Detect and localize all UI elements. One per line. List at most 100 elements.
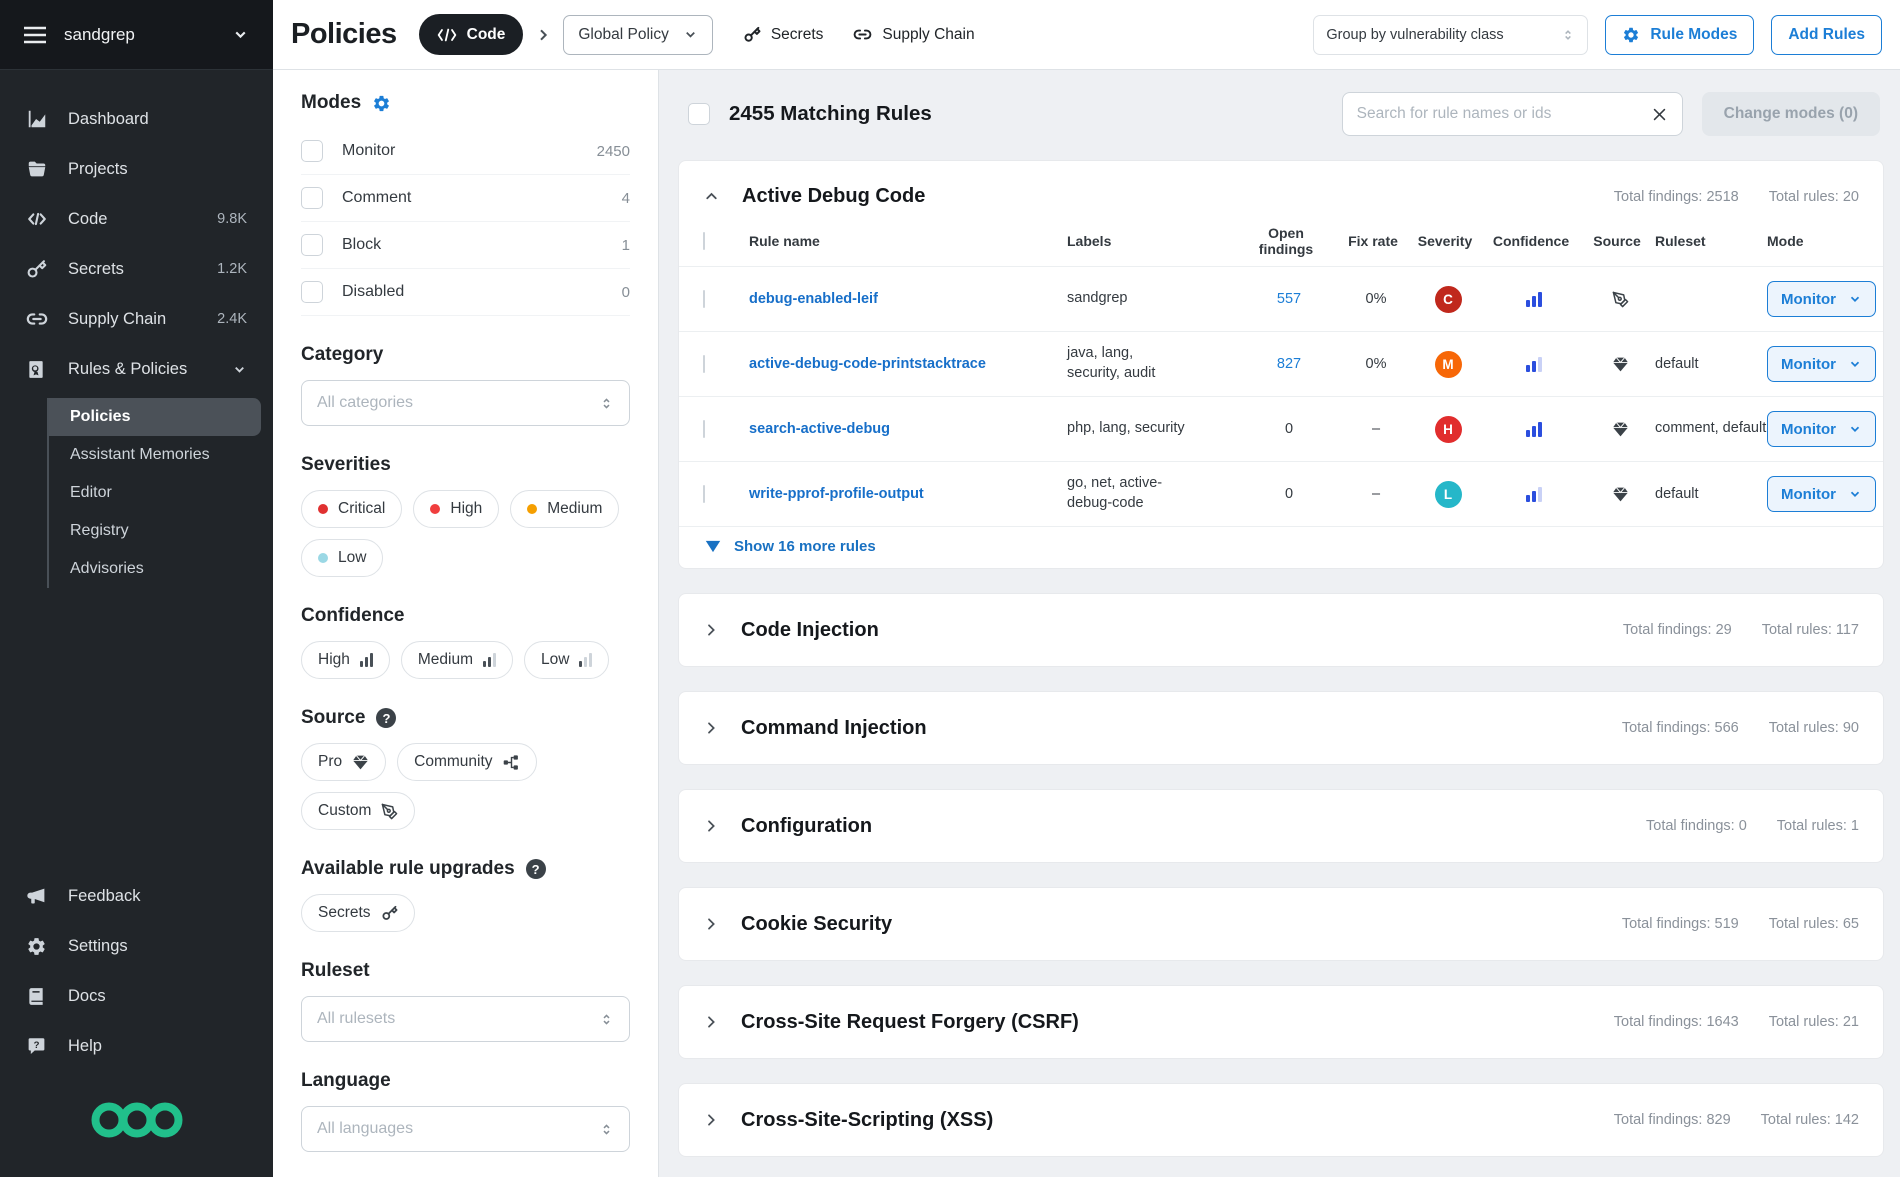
sidebar-subitem-assistant-memories[interactable]: Assistant Memories	[49, 436, 261, 474]
upgrade-chip-secrets[interactable]: Secrets	[301, 894, 415, 932]
source-chip-pro[interactable]: Pro	[301, 743, 386, 781]
sidebar-subitem-editor[interactable]: Editor	[49, 474, 261, 512]
sidebar-item-count: 9.8K	[217, 211, 247, 227]
chevron-down-icon	[683, 27, 698, 42]
checkbox[interactable]	[301, 234, 323, 256]
row-checkbox[interactable]	[703, 290, 705, 308]
sidebar-item-code[interactable]: Code 9.8K	[0, 194, 273, 244]
severities-filter-title: Severities	[301, 454, 630, 476]
row-checkbox[interactable]	[703, 355, 705, 373]
sidebar-item-rules-policies[interactable]: Rules & Policies	[0, 344, 273, 394]
low-dot-icon	[318, 553, 328, 563]
expand-group-icon[interactable]	[703, 622, 719, 638]
sidebar-item-projects[interactable]: Projects	[0, 144, 273, 194]
open-findings-link[interactable]: 827	[1239, 356, 1339, 372]
group-total-rules: Total rules: 90	[1769, 720, 1859, 736]
sidebar-item-secrets[interactable]: Secrets 1.2K	[0, 244, 273, 294]
mode-filter-monitor: Monitor 2450	[301, 128, 630, 175]
ruleset-cell: default	[1655, 486, 1767, 502]
dashboard-icon	[26, 108, 48, 130]
gear-icon[interactable]	[372, 94, 391, 113]
product-tab-secrets[interactable]: Secrets	[743, 26, 824, 44]
rule-name-link[interactable]: active-debug-code-printstacktrace	[749, 356, 1067, 372]
product-tab-code[interactable]: Code	[419, 14, 524, 55]
org-switcher[interactable]: sandgrep	[0, 0, 273, 70]
category-filter-title: Category	[301, 344, 630, 366]
group-select-checkbox[interactable]	[703, 232, 705, 250]
expand-group-icon[interactable]	[703, 1014, 719, 1030]
row-checkbox[interactable]	[703, 485, 705, 503]
sidebar-item-count: 2.4K	[217, 311, 247, 327]
sidebar-subitem-policies[interactable]: Policies	[49, 398, 261, 436]
severity-chip-medium[interactable]: Medium	[510, 490, 619, 528]
policy-selector[interactable]: Global Policy	[563, 15, 712, 55]
sidebar-item-label: Feedback	[68, 887, 140, 906]
open-findings-link[interactable]: 557	[1239, 291, 1339, 307]
confidence-filter-title: Confidence	[301, 605, 630, 627]
expand-group-icon[interactable]	[703, 1112, 719, 1128]
severity-chip-high[interactable]: High	[413, 490, 499, 528]
collapse-group-icon[interactable]	[703, 188, 720, 205]
hamburger-menu-icon[interactable]	[24, 26, 46, 44]
gear-icon	[1622, 26, 1640, 44]
expand-group-icon[interactable]	[703, 720, 719, 736]
help-circle-icon[interactable]: ?	[526, 859, 546, 879]
ruleset-select[interactable]: All rulesets	[301, 996, 630, 1042]
language-select[interactable]: All languages	[301, 1106, 630, 1152]
sidebar-item-help[interactable]: ? Help	[0, 1021, 273, 1071]
clear-search-icon[interactable]	[1651, 106, 1668, 123]
category-select[interactable]: All categories	[301, 380, 630, 426]
gear-icon	[26, 936, 48, 957]
row-checkbox[interactable]	[703, 420, 705, 438]
org-name: sandgrep	[64, 25, 214, 45]
pen-icon	[381, 803, 398, 820]
mode-count: 2450	[597, 143, 630, 160]
mode-select[interactable]: Monitor	[1767, 346, 1876, 382]
rule-group-active-debug-code: Active Debug Code Total findings: 2518 T…	[678, 160, 1884, 569]
confidence-chip-high[interactable]: High	[301, 641, 390, 679]
select-all-checkbox[interactable]	[688, 103, 710, 125]
expand-group-icon[interactable]	[703, 916, 719, 932]
source-chip-community[interactable]: Community	[397, 743, 536, 781]
sidebar-item-supply-chain[interactable]: Supply Chain 2.4K	[0, 294, 273, 344]
sidebar-item-feedback[interactable]: Feedback	[0, 871, 273, 921]
product-tab-supply-chain[interactable]: Supply Chain	[853, 25, 974, 44]
show-more-rules-link[interactable]: Show 16 more rules	[679, 526, 1883, 568]
checkbox[interactable]	[301, 187, 323, 209]
group-total-findings: Total findings: 2518	[1614, 189, 1739, 205]
checkbox[interactable]	[301, 281, 323, 303]
severity-chip-critical[interactable]: Critical	[301, 490, 402, 528]
sidebar-subitem-advisories[interactable]: Advisories	[49, 550, 261, 588]
sidebar-item-settings[interactable]: Settings	[0, 921, 273, 971]
mode-select[interactable]: Monitor	[1767, 281, 1876, 317]
expand-group-icon[interactable]	[703, 818, 719, 834]
mode-select[interactable]: Monitor	[1767, 476, 1876, 512]
chevron-down-icon	[232, 362, 247, 377]
add-rules-button[interactable]: Add Rules	[1771, 15, 1882, 55]
confidence-chip-medium[interactable]: Medium	[401, 641, 513, 679]
rule-search-input[interactable]	[1357, 105, 1641, 123]
confidence-chip-low[interactable]: Low	[524, 641, 609, 679]
rule-name-link[interactable]: write-pprof-profile-output	[749, 486, 1067, 502]
select-chevrons-icon	[1561, 27, 1575, 43]
mode-count: 4	[622, 190, 630, 207]
help-circle-icon[interactable]: ?	[376, 708, 396, 728]
code-icon	[26, 208, 48, 230]
rule-modes-button[interactable]: Rule Modes	[1605, 15, 1754, 55]
mode-select[interactable]: Monitor	[1767, 411, 1876, 447]
source-chip-custom[interactable]: Custom	[301, 792, 415, 830]
sidebar-nav: Dashboard Projects Code 9.8K Secrets 1.2…	[0, 70, 273, 871]
rule-name-link[interactable]: search-active-debug	[749, 421, 1067, 437]
severity-chip-low[interactable]: Low	[301, 539, 383, 577]
confidence-medium-icon	[1483, 487, 1585, 502]
sidebar-item-dashboard[interactable]: Dashboard	[0, 94, 273, 144]
sidebar-item-docs[interactable]: Docs	[0, 971, 273, 1021]
change-modes-button[interactable]: Change modes (0)	[1702, 92, 1880, 136]
rule-name-link[interactable]: debug-enabled-leif	[749, 291, 1067, 307]
sidebar-subitem-registry[interactable]: Registry	[49, 512, 261, 550]
rule-group-xss: Cross-Site-Scripting (XSS) Total finding…	[678, 1083, 1884, 1157]
table-row: active-debug-code-printstacktrace java, …	[679, 331, 1883, 396]
key-icon	[26, 259, 48, 280]
group-by-select[interactable]: Group by vulnerability class	[1313, 15, 1588, 55]
checkbox[interactable]	[301, 140, 323, 162]
